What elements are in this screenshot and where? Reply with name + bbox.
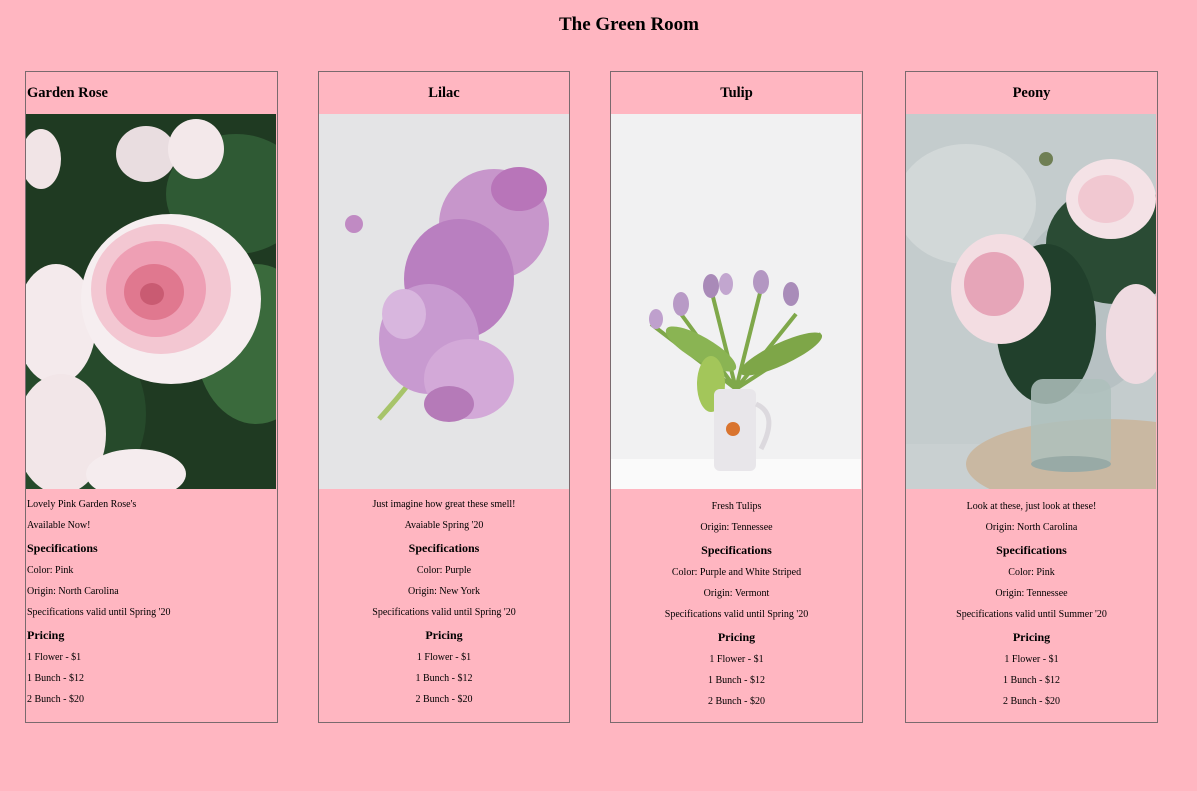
spec-origin: Origin: Vermont [703,588,770,599]
spec-color: Color: Purple and White Striped [671,567,802,578]
spec-color: Color: Pink [1008,567,1055,578]
price-two-bunch: 2 Bunch - $20 [415,694,473,705]
card-origin-note: Origin: Tennessee [700,522,773,533]
card-title: Lilac [428,85,460,101]
price-bunch: 1 Bunch - $12 [27,673,84,684]
lilac-photo [319,114,569,489]
specifications-heading: Specifications [27,541,98,555]
specifications-heading: Specifications [996,543,1067,557]
card-availability: Avaiable Spring '20 [404,520,484,531]
card-description: Fresh Tulips [711,501,762,512]
pricing-heading: Pricing [717,630,756,644]
specifications-heading: Specifications [701,543,772,557]
peony-photo [906,114,1156,489]
card-title: Garden Rose [27,85,108,101]
card-availability: Available Now! [27,520,91,531]
tulip-photo [611,114,861,489]
spec-valid-until: Specifications valid until Spring '20 [372,607,516,618]
price-flower: 1 Flower - $1 [27,652,82,663]
price-two-bunch: 2 Bunch - $20 [1003,696,1060,707]
price-flower: 1 Flower - $1 [1004,654,1059,665]
garden-rose-photo [26,114,276,489]
card-title: Tulip [720,85,753,101]
spec-color: Color: Purple [416,565,472,576]
pricing-heading: Pricing [1012,630,1051,644]
price-bunch: 1 Bunch - $12 [415,673,473,684]
product-card-tulip: Tulip Fresh Tulips Origin: Tennessee Spe… [610,71,863,723]
card-title: Peony [1012,85,1051,101]
card-description: Look at these, just look at these! [966,501,1097,512]
product-card-lilac: Lilac Just imagine how great these smell… [318,71,570,723]
spec-origin: Origin: Tennessee [995,588,1068,599]
spec-valid-until: Specifications valid until Summer '20 [956,609,1107,620]
spec-origin: Origin: New York [408,586,480,597]
spec-color: Color: Pink [27,565,74,576]
pricing-heading: Pricing [27,628,65,642]
card-description: Just imagine how great these smell! [372,499,516,510]
product-card-peony: Peony Look at these, just look at these!… [905,71,1158,723]
price-bunch: 1 Bunch - $12 [708,675,765,686]
price-two-bunch: 2 Bunch - $20 [27,694,84,705]
specifications-heading: Specifications [408,541,480,555]
card-description: Lovely Pink Garden Rose's [27,499,137,510]
spec-valid-until: Specifications valid until Spring '20 [664,609,809,620]
product-card-garden-rose: Garden Rose Lovely Pink Garden Rose's Av… [25,71,278,723]
price-bunch: 1 Bunch - $12 [1003,675,1060,686]
page-title: The Green Room [558,14,700,35]
spec-origin: Origin: North Carolina [27,586,119,597]
price-flower: 1 Flower - $1 [709,654,764,665]
price-flower: 1 Flower - $1 [416,652,472,663]
pricing-heading: Pricing [425,628,463,642]
spec-valid-until: Specifications valid until Spring '20 [27,607,171,618]
card-origin-note: Origin: North Carolina [985,522,1078,533]
price-two-bunch: 2 Bunch - $20 [708,696,765,707]
